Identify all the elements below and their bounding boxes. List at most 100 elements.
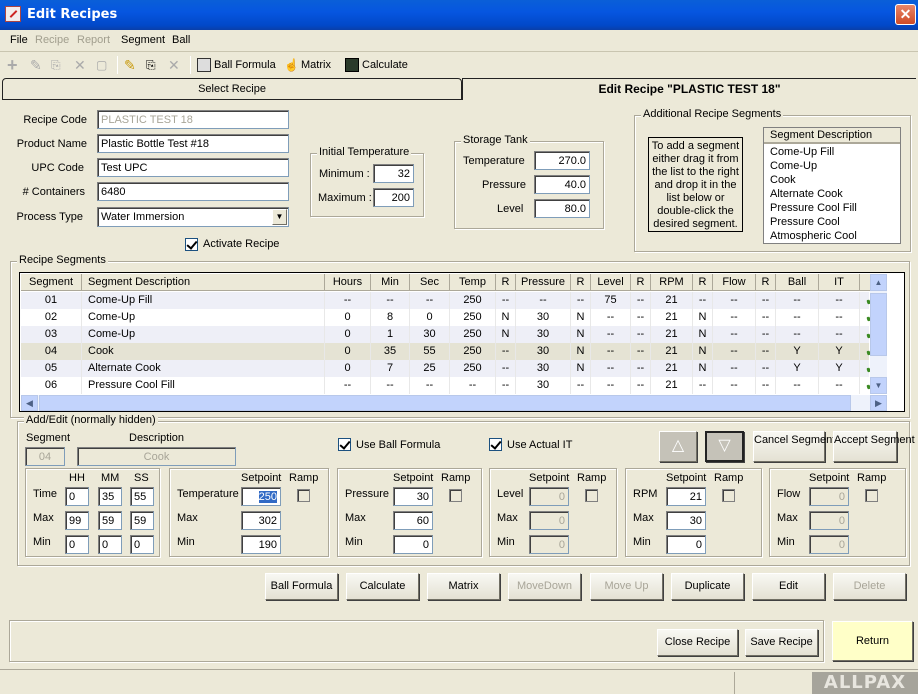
column-header[interactable]: Sec xyxy=(410,274,450,291)
flow-setpoint-field[interactable]: 0 xyxy=(809,487,849,506)
product-name-field[interactable]: Plastic Bottle Test #18 xyxy=(97,134,289,153)
flow-max-field[interactable]: 0 xyxy=(809,511,849,530)
activate-recipe-checkbox[interactable] xyxy=(185,238,198,251)
delete-button[interactable]: Delete xyxy=(833,573,906,600)
available-segments-list[interactable]: Segment Description Come-Up Fill Come-Up… xyxy=(763,127,901,244)
list-item[interactable]: Alternate Cook xyxy=(770,188,843,200)
pressure-max-field[interactable]: 60 xyxy=(393,511,433,530)
close-recipe-button[interactable]: Close Recipe xyxy=(657,629,738,656)
min-hh-field[interactable]: 0 xyxy=(65,535,89,554)
description-field[interactable]: Cook xyxy=(77,447,236,466)
flow-ramp-checkbox[interactable] xyxy=(865,489,878,502)
edit-disabled-icon[interactable]: ✎ xyxy=(30,57,42,73)
delete-icon[interactable]: ✕ xyxy=(168,57,180,73)
scroll-left-icon[interactable]: ◀ xyxy=(21,395,38,411)
preview-disabled-icon[interactable]: ▢ xyxy=(96,57,107,73)
edit-button[interactable]: Edit xyxy=(752,573,825,600)
table-row[interactable]: 06 Pressure Cool Fill -- -- -- -- -- 30 -- -- -- 21… xyxy=(21,377,883,394)
move-segment-up-button[interactable]: △ xyxy=(659,431,697,462)
menu-ball[interactable]: Ball xyxy=(172,34,190,46)
menu-recipe[interactable]: Recipe xyxy=(35,34,69,46)
list-item[interactable]: Atmospheric Cool xyxy=(770,230,857,242)
level-ramp-checkbox[interactable] xyxy=(585,489,598,502)
temperature-min-field[interactable]: 190 xyxy=(241,535,281,554)
column-header[interactable]: R xyxy=(571,274,591,291)
move-down-button[interactable]: MoveDown xyxy=(508,573,581,600)
list-item[interactable]: Pressure Cool Fill xyxy=(770,202,857,214)
column-header[interactable]: Level xyxy=(591,274,631,291)
rpm-ramp-checkbox[interactable] xyxy=(722,489,735,502)
table-row[interactable]: 04Cook03555250--30N----21N----YY✔ xyxy=(21,343,883,360)
cancel-segment-button[interactable]: Cancel Segment xyxy=(753,431,835,462)
pencil-icon[interactable]: ✎ xyxy=(124,57,136,73)
menu-segment[interactable]: Segment xyxy=(121,34,165,46)
calculate-tool[interactable]: Calculate xyxy=(345,57,408,73)
list-item[interactable]: Come-Up Fill xyxy=(770,146,834,158)
return-button[interactable]: Return xyxy=(832,621,913,661)
column-header[interactable]: Min xyxy=(371,274,410,291)
vertical-scrollbar[interactable]: ▲ ▼ xyxy=(870,274,887,394)
containers-field[interactable]: 6480 xyxy=(97,182,289,201)
column-header[interactable]: Temp xyxy=(450,274,496,291)
column-header[interactable]: Ball xyxy=(776,274,819,291)
ball-formula-button[interactable]: Ball Formula xyxy=(265,573,338,600)
max-temp-field[interactable]: 200 xyxy=(373,188,414,207)
pressure-setpoint-field[interactable]: 30 xyxy=(393,487,433,506)
add-icon[interactable]: + xyxy=(7,56,18,74)
rpm-setpoint-field[interactable]: 21 xyxy=(666,487,706,506)
column-header[interactable]: Flow xyxy=(713,274,756,291)
time-ss-field[interactable]: 55 xyxy=(130,487,154,506)
upc-code-field[interactable]: Test UPC xyxy=(97,158,289,177)
list-item[interactable]: Come-Up xyxy=(770,160,817,172)
move-segment-down-button[interactable]: ▽ xyxy=(705,431,744,462)
menu-report[interactable]: Report xyxy=(77,34,110,46)
rpm-min-field[interactable]: 0 xyxy=(666,535,706,554)
pressure-ramp-checkbox[interactable] xyxy=(449,489,462,502)
scroll-hthumb[interactable] xyxy=(39,395,851,411)
pressure-min-field[interactable]: 0 xyxy=(393,535,433,554)
time-hh-field[interactable]: 0 xyxy=(65,487,89,506)
storage-level-field[interactable]: 80.0 xyxy=(534,199,590,218)
duplicate-button[interactable]: Duplicate xyxy=(671,573,744,600)
table-row[interactable]: 05 Alternate Cook 0 7 25 250 -- 30 N -- -- 21 N -- -- Y… xyxy=(21,360,883,377)
storage-temp-field[interactable]: 270.0 xyxy=(534,151,590,170)
max-ss-field[interactable]: 59 xyxy=(130,511,154,530)
column-header[interactable]: R xyxy=(496,274,516,291)
temperature-ramp-checkbox[interactable] xyxy=(297,489,310,502)
move-up-button[interactable]: Move Up xyxy=(590,573,663,600)
column-header[interactable]: RPM xyxy=(651,274,693,291)
column-header[interactable]: Pressure xyxy=(516,274,571,291)
column-header[interactable]: Segment Description xyxy=(82,274,325,291)
use-actual-it-checkbox[interactable] xyxy=(489,438,502,451)
temperature-setpoint-field[interactable]: 250 xyxy=(241,487,281,506)
list-item[interactable]: Cook xyxy=(770,174,796,186)
column-header[interactable]: Hours xyxy=(325,274,371,291)
column-header[interactable]: Segment xyxy=(21,274,82,291)
use-ball-formula-checkbox[interactable] xyxy=(338,438,351,451)
horizontal-scrollbar[interactable]: ◀ ▶ xyxy=(21,395,887,411)
accept-segment-button[interactable]: Accept Segment xyxy=(833,431,915,462)
matrix-button[interactable]: Matrix xyxy=(427,573,500,600)
column-header[interactable]: R xyxy=(631,274,651,291)
chevron-down-icon[interactable]: ▼ xyxy=(272,209,287,225)
delete-disabled-icon[interactable]: ✕ xyxy=(74,57,86,73)
max-mm-field[interactable]: 59 xyxy=(98,511,122,530)
min-ss-field[interactable]: 0 xyxy=(130,535,154,554)
tab-select-recipe[interactable]: Select Recipe xyxy=(2,78,462,100)
matrix-tool[interactable]: ☝ Matrix xyxy=(284,57,331,73)
time-mm-field[interactable]: 35 xyxy=(98,487,122,506)
level-min-field[interactable]: 0 xyxy=(529,535,569,554)
scroll-thumb[interactable] xyxy=(870,293,887,356)
list-item[interactable]: Pressure Cool xyxy=(770,216,840,228)
tab-edit-recipe[interactable]: Edit Recipe "PLASTIC TEST 18" xyxy=(462,78,916,100)
temperature-max-field[interactable]: 302 xyxy=(241,511,281,530)
calculate-button[interactable]: Calculate xyxy=(346,573,419,600)
column-header[interactable]: R xyxy=(756,274,776,291)
storage-pressure-field[interactable]: 40.0 xyxy=(534,175,590,194)
process-type-select[interactable]: Water Immersion ▼ xyxy=(97,207,289,227)
copy-disabled-icon[interactable]: ⎘ xyxy=(51,57,61,73)
segment-description-header[interactable]: Segment Description xyxy=(764,128,900,144)
level-max-field[interactable]: 0 xyxy=(529,511,569,530)
flow-min-field[interactable]: 0 xyxy=(809,535,849,554)
ball-formula-tool[interactable]: Ball Formula xyxy=(197,57,276,73)
